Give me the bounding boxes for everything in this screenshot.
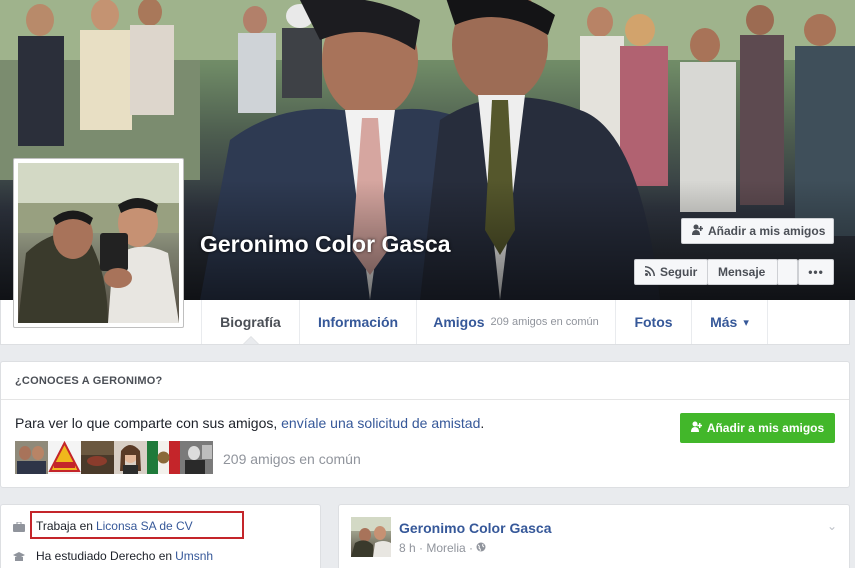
tab-mas[interactable]: Más ▾ [691, 300, 768, 344]
add-friend-green-button[interactable]: Añadir a mis amigos [680, 413, 835, 443]
add-friend-button[interactable]: Añadir a mis amigos [681, 218, 834, 244]
add-friend-icon [692, 224, 704, 239]
briefcase-icon [13, 521, 25, 532]
follow-button[interactable]: Seguir [634, 259, 708, 285]
tab-label: Biografía [220, 314, 281, 330]
tab-informacion[interactable]: Información [299, 300, 416, 344]
mutual-friend-avatar[interactable] [180, 441, 213, 474]
message-label: Mensaje [718, 265, 766, 279]
mutual-friend-avatar[interactable] [114, 441, 147, 474]
post-card: Geronimo Color Gasca 8 h · Morelia · ⌄ [338, 504, 850, 568]
profile-picture[interactable] [13, 158, 184, 328]
tab-label: Amigos [433, 314, 485, 330]
message-button[interactable]: Mensaje [707, 259, 778, 285]
add-friend-label: Añadir a mis amigos [708, 224, 826, 238]
tab-amigos-count: 209 amigos en común [490, 316, 599, 328]
active-tab-indicator [243, 336, 259, 344]
intro-study-row: Ha estudiado Derecho en Umsnh [13, 549, 213, 563]
profile-name[interactable]: Geronimo Color Gasca [200, 230, 460, 259]
post-meta-text[interactable]: 8 h · Morelia · [399, 541, 476, 555]
know-text-suffix: . [480, 415, 485, 431]
mutual-friend-thumbnails [15, 441, 213, 474]
work-highlight-box [30, 511, 244, 539]
intro-study-prefix: Ha estudiado Derecho en [36, 549, 173, 563]
mutual-friend-avatar[interactable] [81, 441, 114, 474]
follow-label: Seguir [660, 265, 698, 279]
globe-icon [476, 541, 486, 555]
add-friend-green-label: Añadir a mis amigos [706, 421, 825, 435]
intro-study-link[interactable]: Umsnh [175, 549, 213, 563]
know-text-prefix: Para ver lo que comparte con sus amigos, [15, 415, 282, 431]
post-meta: 8 h · Morelia · [399, 541, 486, 555]
know-person-card: ¿CONOCES A GERONIMO? Para ver lo que com… [0, 361, 850, 488]
profile-picture-image [18, 163, 179, 323]
add-friend-icon [690, 421, 703, 436]
mutual-friend-avatar[interactable] [147, 441, 180, 474]
know-text: Para ver lo que comparte con sus amigos,… [15, 415, 484, 431]
post-author-avatar[interactable] [351, 517, 391, 557]
know-heading: ¿CONOCES A GERONIMO? [1, 362, 849, 400]
mutual-friends-count[interactable]: 209 amigos en común [223, 451, 361, 467]
tab-amigos[interactable]: Amigos 209 amigos en común [416, 300, 615, 344]
mutual-friend-avatar[interactable] [48, 441, 81, 474]
send-request-link[interactable]: envíale una solicitud de amistad [281, 415, 480, 431]
tab-label: Información [317, 314, 399, 330]
graduation-icon [13, 551, 25, 561]
tab-label: Fotos [634, 314, 673, 330]
chevron-down-icon: ▾ [743, 316, 749, 329]
tab-label: Más [710, 314, 738, 330]
mutual-friend-avatar[interactable] [15, 441, 48, 474]
cover-button-spacer [777, 259, 798, 285]
more-options-icon: ••• [808, 265, 824, 279]
tab-fotos[interactable]: Fotos [615, 300, 691, 344]
post-author-name[interactable]: Geronimo Color Gasca [399, 520, 551, 536]
chevron-down-icon[interactable]: ⌄ [827, 519, 837, 533]
more-options-button[interactable]: ••• [798, 259, 834, 285]
rss-icon [645, 265, 655, 279]
